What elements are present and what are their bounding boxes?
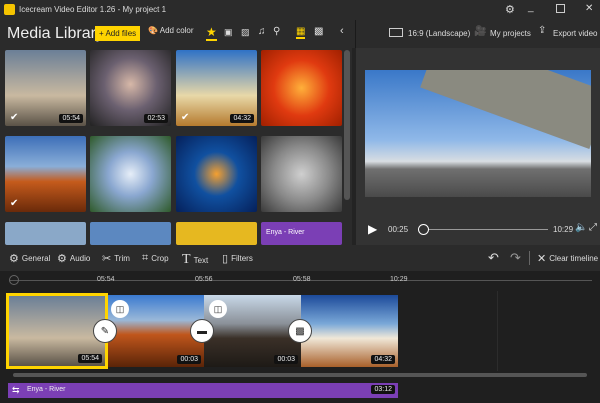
media-item[interactable]: ✔ 04:32 <box>176 50 257 126</box>
media-item[interactable]: ✔ 05:54 <box>5 50 86 126</box>
media-item[interactable] <box>5 222 86 245</box>
gear-icon[interactable]: ⚙ <box>505 3 515 16</box>
audio-track[interactable]: ⇆ Enya - River 03:12 <box>8 383 398 398</box>
close-button[interactable]: ✕ <box>585 3 593 14</box>
title-bar: Icecream Video Editor 1.26 - My project … <box>0 0 600 20</box>
text-label: Text <box>193 255 209 265</box>
filters-label: Filters <box>231 254 253 263</box>
check-icon: ✔ <box>10 112 19 123</box>
playhead[interactable] <box>9 275 19 285</box>
media-grid: ✔ 05:54 02:53 ✔ 04:32 ✔ Enya - River <box>0 48 352 245</box>
video-filter-icon[interactable]: ▣ <box>224 27 233 38</box>
clip-duration: 00:03 <box>177 355 201 364</box>
timeline-clip[interactable]: 04:32 <box>301 295 398 367</box>
aspect-ratio-icon <box>389 28 403 37</box>
check-icon: ✔ <box>181 112 190 123</box>
clear-timeline-button[interactable]: ✕ Clear timeline <box>537 252 598 265</box>
audio-label: Enya - River <box>266 229 305 236</box>
media-item[interactable] <box>176 222 257 245</box>
audio-duration: 03:12 <box>371 385 395 394</box>
filters-icon: ▯ <box>222 253 229 265</box>
trim-button[interactable]: ✂ Trim <box>102 252 130 265</box>
seek-handle[interactable] <box>418 224 430 235</box>
projects-icon: 🎥 <box>474 26 487 37</box>
window-title: Icecream Video Editor 1.26 - My project … <box>19 5 167 14</box>
timeline-scrollbar[interactable] <box>13 373 587 377</box>
page-title: Media Library <box>7 25 104 42</box>
trim-label: Trim <box>114 254 130 263</box>
music-filter-icon[interactable]: ♫ <box>258 26 266 37</box>
check-icon: ✔ <box>10 198 19 209</box>
total-time: 10:29 <box>553 225 574 234</box>
favorites-icon[interactable]: ★ <box>206 25 217 41</box>
clip-duration: 04:32 <box>371 355 395 364</box>
export-icon: ⇪ <box>538 25 547 36</box>
transition-effect-icon[interactable]: ◫ <box>111 300 129 318</box>
large-grid-icon[interactable]: ▦ <box>296 26 306 39</box>
video-preview[interactable] <box>365 70 591 197</box>
my-projects-button[interactable]: My projects <box>490 29 531 38</box>
maximize-button[interactable] <box>556 4 565 13</box>
media-scrollbar[interactable] <box>344 50 350 200</box>
media-item[interactable] <box>90 222 171 245</box>
media-duration: 05:54 <box>59 114 83 123</box>
text-button[interactable]: T Text <box>182 252 208 268</box>
crop-label: Crop <box>151 254 169 263</box>
text-icon: T <box>182 252 191 267</box>
fullscreen-icon[interactable]: ⤢ <box>589 222 597 233</box>
time-tick: 05:58 <box>293 276 311 283</box>
loop-icon: ⇆ <box>12 385 20 395</box>
header: Media Library + Add files 🎨 Add color ★ … <box>0 20 600 48</box>
crop-button[interactable]: ⌗ Crop <box>142 252 169 265</box>
audio-label: Audio <box>69 254 91 263</box>
general-label: General <box>21 254 51 263</box>
media-item[interactable] <box>176 136 257 212</box>
app-logo-icon <box>4 4 15 15</box>
clip-duration: 05:54 <box>78 354 102 363</box>
media-item[interactable]: ✔ <box>5 136 86 212</box>
current-time: 00:25 <box>388 225 409 234</box>
transition-button[interactable]: ▩ <box>288 319 312 343</box>
add-files-button[interactable]: + Add files <box>95 26 141 41</box>
audio-settings-icon: ⚙ <box>57 253 67 265</box>
preview-panel: ▶ 00:25 10:29 🔈 ⤢ <box>356 48 600 245</box>
media-item[interactable]: 02:53 <box>90 50 171 126</box>
search-icon[interactable]: ⚲ <box>273 26 280 37</box>
time-tick: 10:29 <box>390 276 408 283</box>
crop-icon: ⌗ <box>142 252 149 264</box>
seek-bar[interactable] <box>418 229 548 230</box>
media-item[interactable] <box>261 136 342 212</box>
export-video-button[interactable]: Export video <box>553 29 597 38</box>
audio-button[interactable]: ⚙ Audio <box>57 252 90 265</box>
transition-button[interactable]: ▬ <box>190 319 214 343</box>
media-duration: 02:53 <box>144 114 168 123</box>
gear-icon: ⚙ <box>9 253 19 265</box>
aspect-ratio-button[interactable]: 16:9 (Landscape) <box>408 29 470 38</box>
volume-icon[interactable]: 🔈 <box>575 222 587 233</box>
general-button[interactable]: ⚙ General <box>9 252 50 265</box>
media-item[interactable] <box>261 50 342 126</box>
undo-icon[interactable]: ↶ <box>488 250 499 266</box>
time-tick: 05:54 <box>97 276 115 283</box>
filters-button[interactable]: ▯ Filters <box>222 252 253 265</box>
collapse-chevron-icon[interactable]: ‹ <box>340 25 344 37</box>
small-grid-icon[interactable]: ▩ <box>314 26 323 37</box>
transition-effect-icon[interactable]: ◫ <box>209 300 227 318</box>
play-icon[interactable]: ▶ <box>368 222 377 236</box>
minimize-button[interactable]: _ <box>528 2 534 13</box>
clear-timeline-label: Clear timeline <box>549 254 599 263</box>
close-icon: ✕ <box>537 253 547 265</box>
time-tick: 05:56 <box>195 276 213 283</box>
clip-duration: 00:03 <box>274 355 298 364</box>
transition-button[interactable]: ✎ <box>93 319 117 343</box>
redo-icon[interactable]: ↷ <box>510 250 521 266</box>
add-color-button[interactable]: 🎨 Add color <box>148 26 194 35</box>
add-color-label: Add color <box>159 26 194 35</box>
media-item[interactable] <box>90 136 171 212</box>
audio-media-item[interactable]: Enya - River <box>261 222 342 245</box>
scissors-icon: ✂ <box>102 253 112 265</box>
image-filter-icon[interactable]: ▨ <box>241 27 250 38</box>
audio-track-label: Enya - River <box>27 386 66 393</box>
media-duration: 04:32 <box>230 114 254 123</box>
